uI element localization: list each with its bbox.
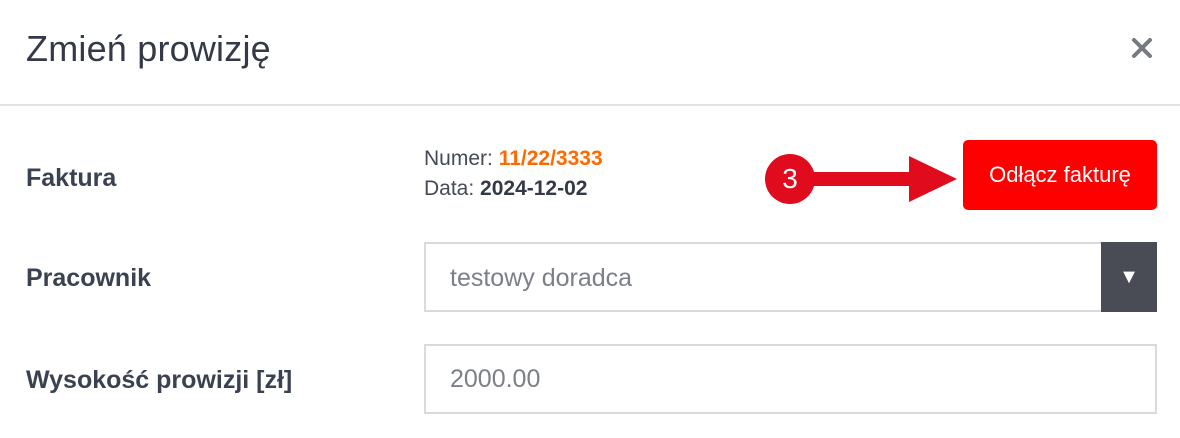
dialog-title: Zmień prowizję (26, 28, 271, 69)
step-badge: 3 (765, 154, 815, 204)
invoice-info: Numer: 11/22/3333 Data: 2024-12-02 (424, 144, 603, 204)
chevron-down-icon[interactable]: ▼ (1101, 242, 1157, 312)
invoice-date-line: Data: 2024-12-02 (424, 174, 603, 204)
invoice-label: Faktura (26, 164, 117, 192)
dialog-header: Zmień prowizję (0, 0, 1180, 106)
close-icon[interactable] (1124, 30, 1160, 66)
invoice-date-label: Data: (424, 177, 475, 200)
employee-label: Pracownik (26, 264, 152, 292)
invoice-number-value: 11/22/3333 (498, 147, 603, 170)
commission-label: Wysokość prowizji [zł] (26, 366, 293, 394)
commission-amount-input[interactable] (424, 344, 1157, 414)
detach-invoice-button[interactable]: Odłącz fakturę (963, 140, 1157, 210)
employee-select[interactable]: testowy doradca ▼ (424, 242, 1157, 312)
employee-select-value: testowy doradca (450, 264, 633, 292)
invoice-number-label: Numer: (424, 147, 493, 170)
invoice-number-line: Numer: 11/22/3333 (424, 144, 603, 174)
invoice-date-value: 2024-12-02 (480, 177, 588, 200)
arrow-right-icon (805, 156, 957, 202)
